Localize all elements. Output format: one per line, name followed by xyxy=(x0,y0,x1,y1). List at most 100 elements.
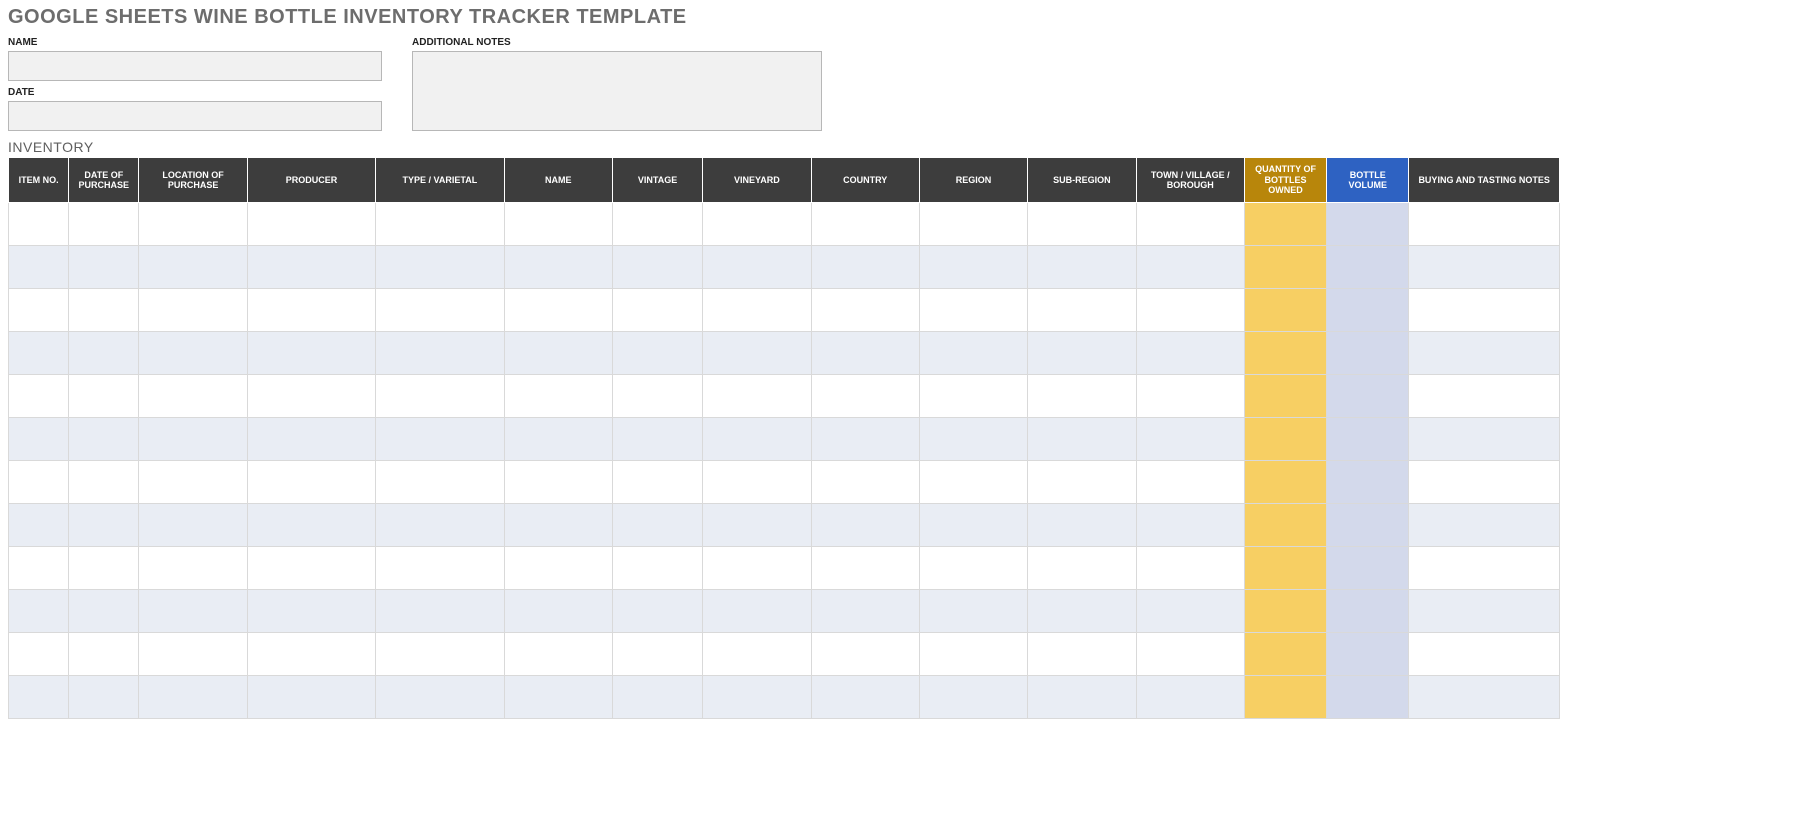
cell-producer[interactable] xyxy=(247,590,375,633)
cell-vol[interactable] xyxy=(1327,203,1409,246)
name-input[interactable] xyxy=(8,51,382,81)
cell-vintage[interactable] xyxy=(612,375,702,418)
cell-date_purchase[interactable] xyxy=(69,203,139,246)
cell-vintage[interactable] xyxy=(612,547,702,590)
cell-notes[interactable] xyxy=(1409,289,1560,332)
cell-date_purchase[interactable] xyxy=(69,547,139,590)
cell-town[interactable] xyxy=(1136,676,1244,719)
cell-region[interactable] xyxy=(919,676,1027,719)
cell-vintage[interactable] xyxy=(612,418,702,461)
cell-notes[interactable] xyxy=(1409,461,1560,504)
cell-vineyard[interactable] xyxy=(703,289,811,332)
cell-subregion[interactable] xyxy=(1028,547,1136,590)
cell-region[interactable] xyxy=(919,547,1027,590)
cell-type_varietal[interactable] xyxy=(376,289,504,332)
cell-producer[interactable] xyxy=(247,375,375,418)
cell-name[interactable] xyxy=(504,289,612,332)
cell-vineyard[interactable] xyxy=(703,375,811,418)
cell-vintage[interactable] xyxy=(612,590,702,633)
cell-region[interactable] xyxy=(919,461,1027,504)
cell-type_varietal[interactable] xyxy=(376,375,504,418)
cell-loc_purchase[interactable] xyxy=(139,418,247,461)
cell-producer[interactable] xyxy=(247,203,375,246)
cell-qty[interactable] xyxy=(1244,547,1326,590)
cell-subregion[interactable] xyxy=(1028,504,1136,547)
cell-subregion[interactable] xyxy=(1028,203,1136,246)
cell-loc_purchase[interactable] xyxy=(139,203,247,246)
cell-item_no[interactable] xyxy=(9,590,69,633)
cell-item_no[interactable] xyxy=(9,504,69,547)
cell-producer[interactable] xyxy=(247,332,375,375)
cell-loc_purchase[interactable] xyxy=(139,590,247,633)
cell-qty[interactable] xyxy=(1244,246,1326,289)
cell-subregion[interactable] xyxy=(1028,332,1136,375)
cell-notes[interactable] xyxy=(1409,590,1560,633)
cell-subregion[interactable] xyxy=(1028,246,1136,289)
cell-town[interactable] xyxy=(1136,461,1244,504)
cell-vineyard[interactable] xyxy=(703,203,811,246)
cell-producer[interactable] xyxy=(247,676,375,719)
cell-region[interactable] xyxy=(919,633,1027,676)
cell-producer[interactable] xyxy=(247,461,375,504)
cell-type_varietal[interactable] xyxy=(376,504,504,547)
cell-country[interactable] xyxy=(811,246,919,289)
cell-vintage[interactable] xyxy=(612,332,702,375)
cell-vineyard[interactable] xyxy=(703,547,811,590)
cell-qty[interactable] xyxy=(1244,418,1326,461)
cell-loc_purchase[interactable] xyxy=(139,633,247,676)
cell-region[interactable] xyxy=(919,203,1027,246)
cell-qty[interactable] xyxy=(1244,504,1326,547)
cell-vintage[interactable] xyxy=(612,504,702,547)
cell-country[interactable] xyxy=(811,289,919,332)
cell-item_no[interactable] xyxy=(9,203,69,246)
cell-vol[interactable] xyxy=(1327,332,1409,375)
cell-vineyard[interactable] xyxy=(703,461,811,504)
cell-type_varietal[interactable] xyxy=(376,418,504,461)
cell-date_purchase[interactable] xyxy=(69,418,139,461)
cell-town[interactable] xyxy=(1136,504,1244,547)
cell-notes[interactable] xyxy=(1409,246,1560,289)
cell-vol[interactable] xyxy=(1327,676,1409,719)
cell-vineyard[interactable] xyxy=(703,418,811,461)
cell-town[interactable] xyxy=(1136,375,1244,418)
cell-qty[interactable] xyxy=(1244,676,1326,719)
cell-vol[interactable] xyxy=(1327,461,1409,504)
cell-qty[interactable] xyxy=(1244,289,1326,332)
cell-loc_purchase[interactable] xyxy=(139,289,247,332)
cell-qty[interactable] xyxy=(1244,332,1326,375)
cell-qty[interactable] xyxy=(1244,375,1326,418)
cell-producer[interactable] xyxy=(247,633,375,676)
cell-vintage[interactable] xyxy=(612,461,702,504)
cell-vintage[interactable] xyxy=(612,203,702,246)
cell-vineyard[interactable] xyxy=(703,676,811,719)
cell-subregion[interactable] xyxy=(1028,633,1136,676)
cell-vintage[interactable] xyxy=(612,289,702,332)
cell-vintage[interactable] xyxy=(612,676,702,719)
cell-region[interactable] xyxy=(919,332,1027,375)
cell-producer[interactable] xyxy=(247,547,375,590)
cell-country[interactable] xyxy=(811,332,919,375)
cell-item_no[interactable] xyxy=(9,676,69,719)
cell-loc_purchase[interactable] xyxy=(139,246,247,289)
cell-vol[interactable] xyxy=(1327,633,1409,676)
cell-type_varietal[interactable] xyxy=(376,590,504,633)
cell-region[interactable] xyxy=(919,418,1027,461)
cell-item_no[interactable] xyxy=(9,461,69,504)
cell-qty[interactable] xyxy=(1244,590,1326,633)
cell-item_no[interactable] xyxy=(9,246,69,289)
cell-country[interactable] xyxy=(811,633,919,676)
cell-town[interactable] xyxy=(1136,418,1244,461)
cell-type_varietal[interactable] xyxy=(376,203,504,246)
notes-input[interactable] xyxy=(412,51,822,131)
cell-notes[interactable] xyxy=(1409,203,1560,246)
cell-country[interactable] xyxy=(811,203,919,246)
cell-name[interactable] xyxy=(504,676,612,719)
cell-item_no[interactable] xyxy=(9,547,69,590)
cell-region[interactable] xyxy=(919,375,1027,418)
cell-producer[interactable] xyxy=(247,246,375,289)
cell-producer[interactable] xyxy=(247,289,375,332)
cell-item_no[interactable] xyxy=(9,375,69,418)
cell-subregion[interactable] xyxy=(1028,375,1136,418)
cell-name[interactable] xyxy=(504,590,612,633)
cell-region[interactable] xyxy=(919,246,1027,289)
